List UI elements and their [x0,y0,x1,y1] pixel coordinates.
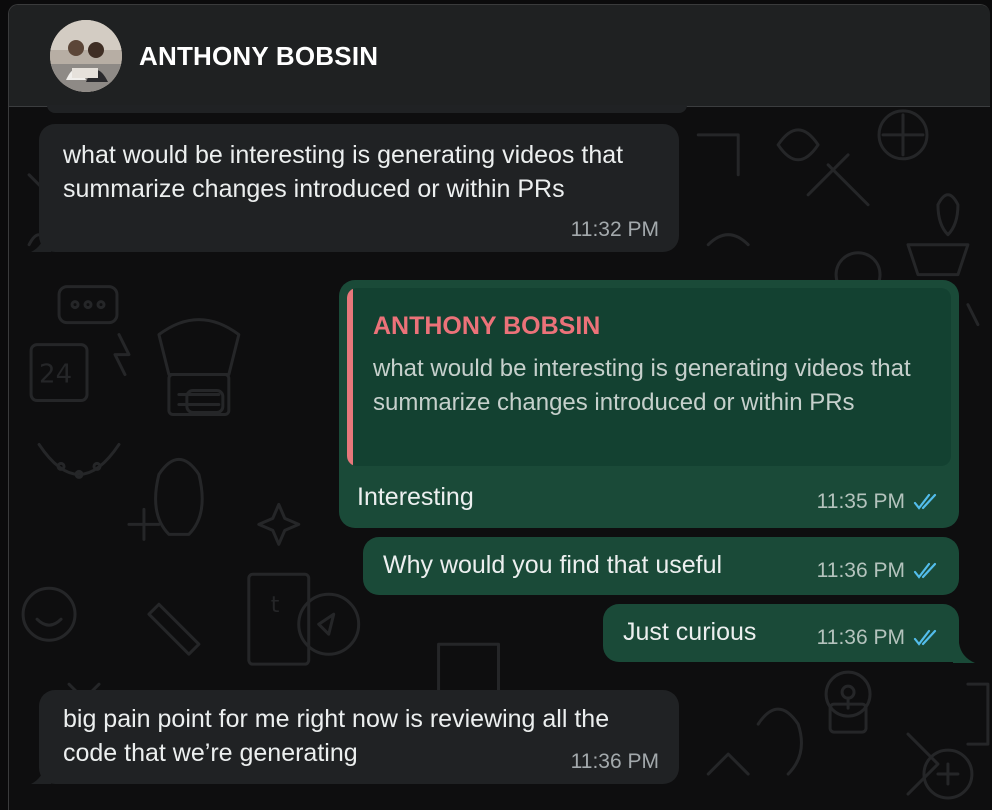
quoted-message[interactable]: ANTHONY BOBSIN what would be interesting… [347,288,951,466]
message-text: Interesting [357,483,474,511]
message-meta: 11:35 PM [817,490,939,514]
chat-header[interactable]: ANTHONY BOBSIN [9,5,990,107]
bubble-tail-icon [31,232,51,252]
contact-name[interactable]: ANTHONY BOBSIN [139,41,378,72]
message-outgoing[interactable]: Why would you find that useful 11:36 PM [363,537,959,595]
message-time: 11:32 PM [570,218,659,241]
message-meta: 11:36 PM [817,559,939,583]
chat-window: 24 t ANTHONY BOBSIN what would be intere… [8,4,990,810]
quote-accent-bar [347,288,353,466]
message-time: 11:35 PM [816,490,905,513]
double-check-read-icon [913,629,937,646]
bubble-tail-icon [953,643,975,663]
message-meta: 11:36 PM [571,750,659,774]
message-text: Why would you find that useful [383,551,723,579]
message-time: 11:36 PM [816,626,905,649]
svg-text:24: 24 [39,360,72,390]
quoted-text: what would be interesting is generating … [373,355,911,416]
message-time: 11:36 PM [570,750,659,773]
message-meta: 11:36 PM [817,626,939,650]
contact-avatar[interactable] [50,20,122,92]
message-outgoing[interactable]: ANTHONY BOBSIN what would be interesting… [339,280,959,528]
previous-message-edge [47,105,687,113]
contact-photo-icon [50,20,122,92]
quoted-author: ANTHONY BOBSIN [373,312,601,340]
message-incoming[interactable]: what would be interesting is generating … [39,124,679,252]
message-incoming[interactable]: big pain point for me right now is revie… [39,690,679,784]
svg-text:t: t [271,593,280,618]
message-text: what would be interesting is generating … [63,141,624,203]
message-time: 11:36 PM [816,559,905,582]
message-text: Just curious [623,618,757,646]
double-check-read-icon [913,562,937,579]
message-outgoing[interactable]: Just curious 11:36 PM [603,604,959,662]
bubble-tail-icon [31,764,51,784]
message-meta: 11:32 PM [571,218,659,242]
double-check-read-icon [913,493,937,510]
